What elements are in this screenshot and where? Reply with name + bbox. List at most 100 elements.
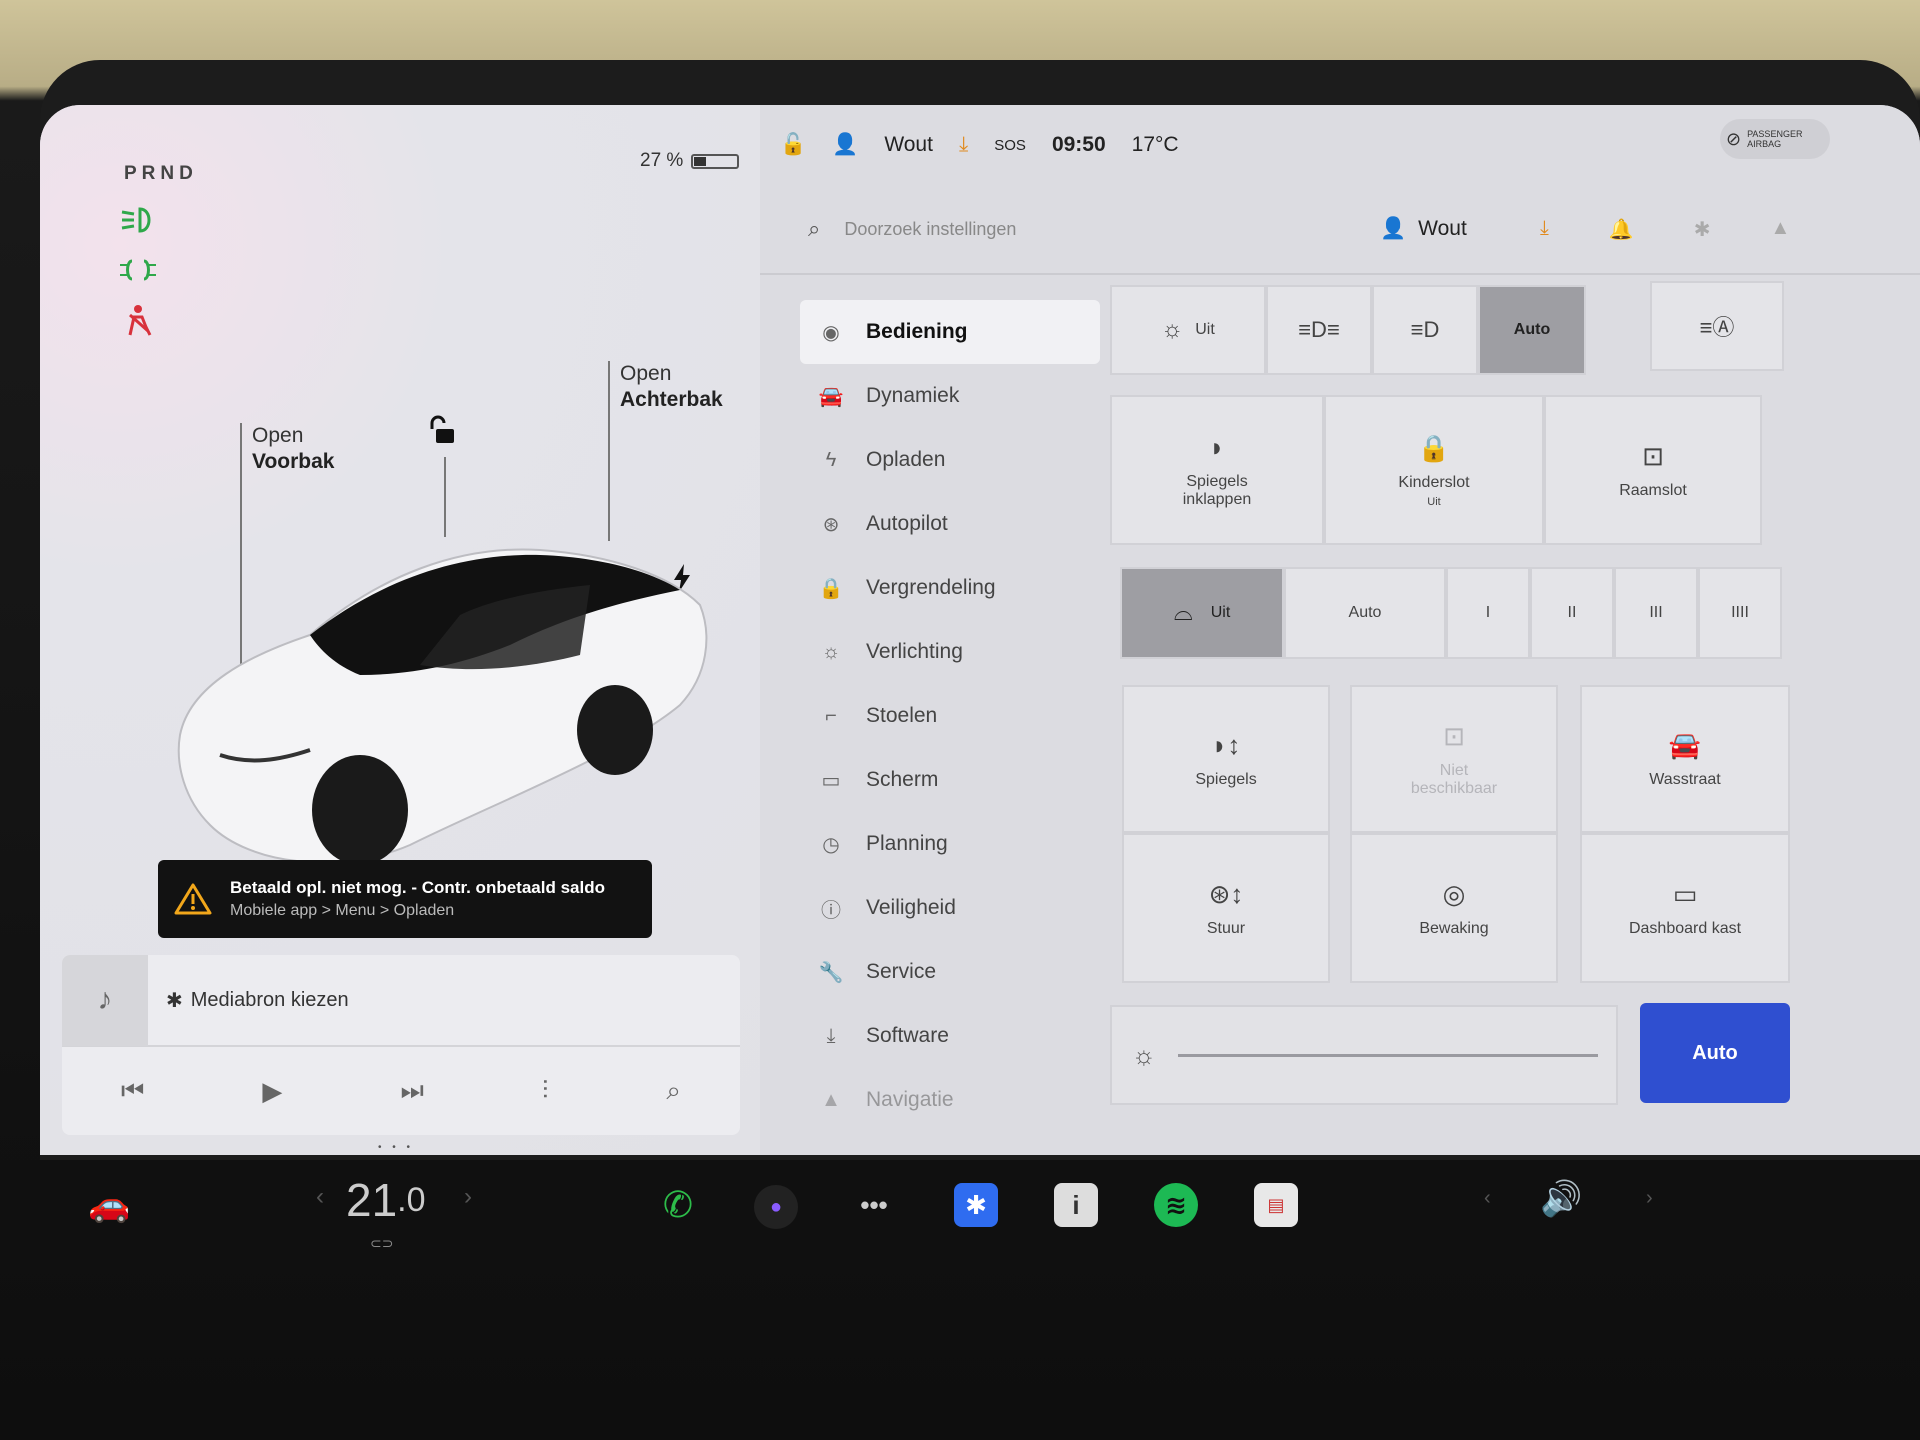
- clock: 09:50: [1051, 133, 1106, 156]
- nav-label: Dynamiek: [866, 384, 960, 407]
- temp-up-icon[interactable]: ›: [464, 1183, 472, 1211]
- auto-high-beam-icon: ≡Ⓐ: [1699, 315, 1735, 340]
- fold-mirrors-label: Spiegels inklappen: [1182, 472, 1252, 508]
- media-source-row[interactable]: ♪ ✱ Mediabron kiezen: [62, 955, 740, 1047]
- nav-item-vergrendeling[interactable]: 🔒 Vergrendeling: [800, 556, 1100, 620]
- next-track-icon[interactable]: ⏭: [400, 1075, 423, 1107]
- nav-item-service[interactable]: 🔧 Service: [800, 940, 1100, 1004]
- parking-lights-icon: [118, 253, 158, 287]
- nav-item-stoelen[interactable]: ⌐ Stoelen: [800, 684, 1100, 748]
- nav-item-planning[interactable]: ◷ Planning: [800, 812, 1100, 876]
- wipers-off-button[interactable]: ⌓ Uit: [1120, 567, 1284, 659]
- lights-auto-button[interactable]: Auto: [1478, 285, 1586, 375]
- low-beam-button[interactable]: ≡D: [1372, 285, 1478, 375]
- more-apps-icon[interactable]: •••: [852, 1183, 896, 1227]
- lights-off-button[interactable]: ☼ Uit: [1110, 285, 1266, 375]
- profile-name: Wout: [1418, 217, 1467, 240]
- screen-icon: ▭: [821, 769, 841, 792]
- nav-label: Bediening: [866, 320, 968, 343]
- nav-item-veiligheid[interactable]: ⓘ Veiligheid: [800, 876, 1100, 940]
- nav-item-software[interactable]: ⤓ Software: [800, 1004, 1100, 1068]
- volume-down-icon[interactable]: ‹: [1484, 1187, 1491, 1210]
- wiper-level-label: II: [1567, 604, 1577, 621]
- wipers-speed-2[interactable]: II: [1530, 567, 1614, 659]
- bluetooth-status-icon[interactable]: ✱: [1694, 217, 1711, 242]
- alert-text: Betaald opl. niet mog. - Contr. onbetaal…: [230, 878, 605, 920]
- wiper-icon: ⌓: [1173, 599, 1193, 626]
- car-wash-button[interactable]: 🚘 Wasstraat: [1580, 685, 1790, 833]
- seat-heater-icon[interactable]: ⊂⊃: [370, 1235, 393, 1252]
- car-image: [160, 505, 720, 905]
- volume-icon[interactable]: 🔊: [1540, 1179, 1582, 1219]
- wiper-selector: ⌓ Uit Auto I II III IIII: [1120, 567, 1782, 659]
- brightness-auto-button[interactable]: Auto: [1640, 1003, 1790, 1103]
- wipers-speed-3[interactable]: III: [1614, 567, 1698, 659]
- wipers-speed-4[interactable]: IIII: [1698, 567, 1782, 659]
- phone-icon[interactable]: ✆: [656, 1183, 700, 1227]
- page-dots: • • •: [378, 1142, 415, 1153]
- wipers-speed-1[interactable]: I: [1446, 567, 1530, 659]
- nav-item-dynamiek[interactable]: 🚘 Dynamiek: [800, 364, 1100, 428]
- lights-auto-label: Auto: [1513, 321, 1551, 338]
- child-lock-button[interactable]: 🔒 Kinderslot Uit: [1324, 395, 1544, 545]
- search-input[interactable]: Doorzoek instellingen: [844, 219, 1016, 240]
- car-panel: PRND 27 % Open Voorbak Open Achterbak Be…: [40, 105, 760, 1155]
- nav-label: Scherm: [866, 768, 939, 791]
- auto-high-beam-button[interactable]: ≡Ⓐ: [1650, 281, 1784, 371]
- lights-off-label: Uit: [1195, 321, 1215, 338]
- unlock-icon[interactable]: [428, 415, 460, 447]
- spotify-icon[interactable]: ≋: [1154, 1183, 1198, 1227]
- window-lock-button[interactable]: ⊡ Raamslot: [1544, 395, 1762, 545]
- equalizer-icon[interactable]: ⫶: [542, 1075, 549, 1107]
- media-search-icon[interactable]: ⌕: [666, 1075, 681, 1107]
- frunk-label[interactable]: Open Voorbak: [252, 423, 334, 475]
- software-download-icon[interactable]: ⤓: [1540, 217, 1549, 242]
- manual-app-icon[interactable]: i: [1054, 1183, 1098, 1227]
- settings-nav: ◉ Bediening 🚘 Dynamiek ϟ Opladen ⊛ Autopilot…: [800, 300, 1100, 1132]
- wipers-auto-button[interactable]: Auto: [1284, 567, 1446, 659]
- parking-lights-button[interactable]: ≡D≡: [1266, 285, 1372, 375]
- previous-track-icon[interactable]: ⏮: [121, 1075, 144, 1107]
- nav-label: Navigatie: [866, 1088, 954, 1111]
- volume-up-icon[interactable]: ›: [1646, 1187, 1653, 1210]
- glovebox-button[interactable]: ▭ Dashboard kast: [1580, 833, 1790, 983]
- nav-item-navigatie[interactable]: ▲ Navigatie: [800, 1068, 1100, 1132]
- brightness-icon: ☼: [1132, 1039, 1156, 1070]
- brightness-slider[interactable]: ☼: [1110, 1005, 1618, 1105]
- temp-down-icon[interactable]: ‹: [316, 1183, 324, 1211]
- bluetooth-app-icon[interactable]: ✱: [954, 1183, 998, 1227]
- payment-alert[interactable]: Betaald opl. niet mog. - Contr. onbetaal…: [158, 860, 652, 938]
- nav-item-scherm[interactable]: ▭ Scherm: [800, 748, 1100, 812]
- glovebox-label: Dashboard kast: [1628, 919, 1742, 937]
- status-user[interactable]: Wout: [884, 133, 933, 157]
- nav-item-opladen[interactable]: ϟ Opladen: [800, 428, 1100, 492]
- nav-label: Verlichting: [866, 640, 963, 663]
- trunk-label[interactable]: Open Achterbak: [620, 361, 723, 413]
- settings-panel: 🔓 👤 Wout ⤓ SOS 09:50 17°C ⊘ PASSENGER AIR…: [760, 105, 1920, 1155]
- download-icon[interactable]: ⤓: [959, 133, 968, 157]
- profile-button[interactable]: 👤 Wout: [1380, 217, 1467, 241]
- bell-icon[interactable]: 🔔: [1609, 217, 1634, 242]
- fold-mirrors-button[interactable]: ◗ Spiegels inklappen: [1110, 395, 1324, 545]
- mirror-adjust-button[interactable]: ◗↕ Spiegels: [1122, 685, 1330, 833]
- camera-icon[interactable]: ●: [754, 1185, 798, 1229]
- lock-status-icon[interactable]: 🔓: [780, 133, 806, 157]
- battery-fill: [694, 156, 707, 166]
- settings-search[interactable]: ⌕ Doorzoek instellingen 👤 Wout ⤓ 🔔 ✱ ▲: [760, 185, 1920, 275]
- cabin-temperature[interactable]: 21.0: [346, 1173, 426, 1227]
- car-wash-label: Wasstraat: [1649, 770, 1721, 788]
- glovebox-icon: ▭: [1672, 878, 1698, 909]
- warning-icon: [174, 883, 212, 915]
- nav-item-bediening[interactable]: ◉ Bediening: [800, 300, 1100, 364]
- sentry-mode-button[interactable]: ◎ Bewaking: [1350, 833, 1558, 983]
- brightness-track[interactable]: [1177, 1053, 1598, 1057]
- nav-item-verlichting[interactable]: ☼ Verlichting: [800, 620, 1100, 684]
- steering-adjust-button[interactable]: ⊛↕ Stuur: [1122, 833, 1330, 983]
- search-icon: ⌕: [808, 216, 821, 241]
- light-icon: ☼: [821, 640, 841, 663]
- nav-item-autopilot[interactable]: ⊛ Autopilot: [800, 492, 1100, 556]
- dashcam-icon[interactable]: ▤: [1254, 1183, 1298, 1227]
- music-note-icon: ♪: [62, 955, 148, 1046]
- play-icon[interactable]: ▶: [262, 1076, 282, 1107]
- car-menu-icon[interactable]: 🚗: [88, 1185, 130, 1225]
